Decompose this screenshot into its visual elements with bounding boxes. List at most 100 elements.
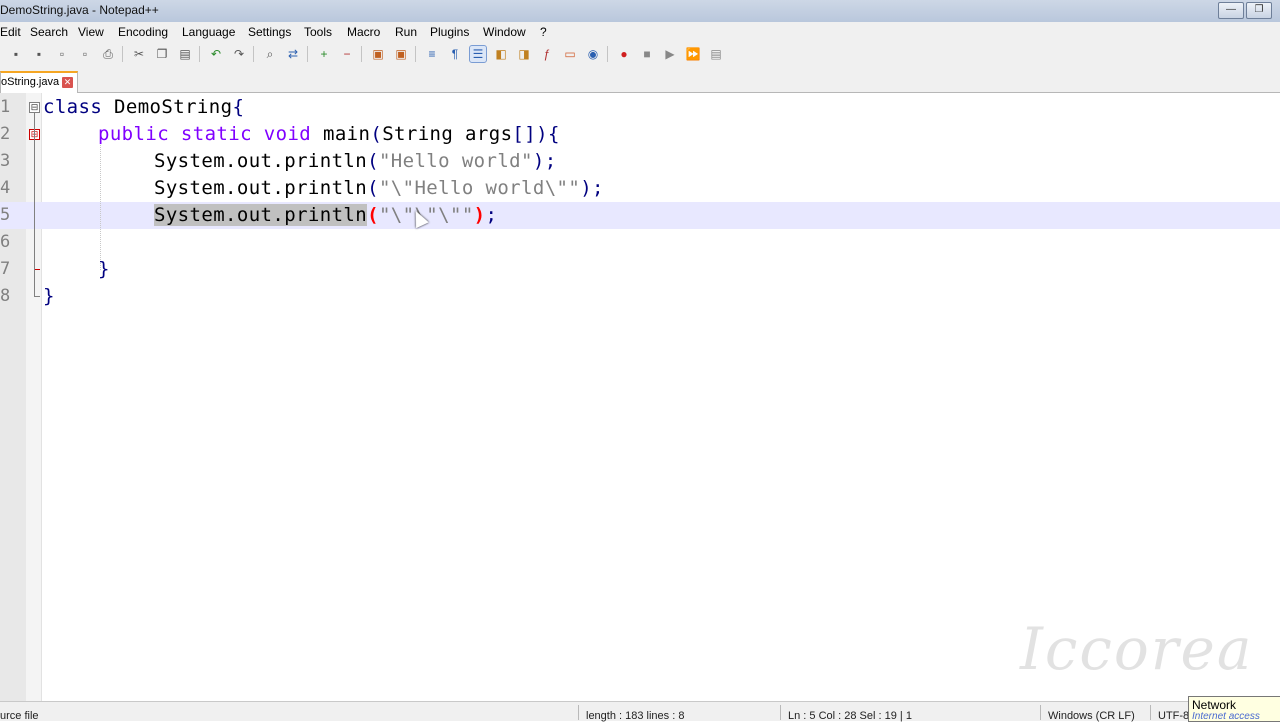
tab-bar: oString.java ✕: [0, 66, 1280, 93]
redo-icon[interactable]: ↷: [231, 46, 247, 62]
keyword: static: [180, 123, 252, 145]
tab-label: oString.java: [1, 76, 60, 88]
find-icon[interactable]: ⌕: [262, 46, 278, 62]
line-number: 1: [0, 97, 11, 117]
line-number: 4: [0, 178, 11, 198]
operator: {: [232, 96, 245, 118]
copy-icon[interactable]: ❐: [154, 46, 170, 62]
zoom-in-icon[interactable]: +: [316, 46, 332, 62]
close-all-icon[interactable]: ▫: [77, 46, 93, 62]
code-line-7: }: [98, 256, 110, 283]
toolbar-separator: [307, 46, 308, 62]
indent-guide-icon[interactable]: ☰: [469, 45, 487, 63]
toolbar-separator: [361, 46, 362, 62]
code-line-4: System.out.println("\"Hello world\"");: [154, 175, 604, 202]
replace-icon[interactable]: ⇄: [285, 46, 301, 62]
menu-tools[interactable]: Tools: [304, 25, 332, 39]
status-separator: [1150, 705, 1151, 720]
toolbar-separator: [122, 46, 123, 62]
keyword: void: [263, 123, 312, 145]
code-editor[interactable]: 1 2 3 4 5 6 7 8 ⊟ ⊟ class DemoString{ pu…: [0, 93, 1280, 701]
selected-text: System.out.println: [154, 204, 368, 226]
line-number: 2: [0, 124, 11, 144]
status-bar: urce file length : 183 lines : 8 Ln : 5 …: [0, 701, 1280, 722]
run-macro-multiple-icon[interactable]: ⏩: [685, 46, 701, 62]
brace-highlight: ): [473, 204, 486, 226]
word-wrap-icon[interactable]: ≡: [424, 46, 440, 62]
menu-language[interactable]: Language: [182, 25, 235, 39]
operator: (: [367, 150, 379, 172]
operator: {: [547, 123, 560, 145]
sync-vertical-icon[interactable]: ▣: [370, 46, 386, 62]
operator: }: [43, 285, 55, 307]
zoom-out-icon[interactable]: −: [339, 46, 355, 62]
menu-window[interactable]: Window: [483, 25, 526, 39]
save-icon[interactable]: ▪: [8, 46, 24, 62]
menu-help[interactable]: ?: [540, 25, 547, 39]
status-encoding: UTF-8: [1158, 710, 1190, 722]
identifier: String args: [382, 123, 513, 145]
cut-icon[interactable]: ✂: [131, 46, 147, 62]
code-line-8: }: [43, 283, 55, 310]
operator: }: [98, 258, 110, 280]
code-line-5: System.out.println("\"\"\"");: [154, 202, 497, 229]
close-icon[interactable]: ▫: [54, 46, 70, 62]
menu-encoding[interactable]: Encoding: [118, 25, 168, 39]
identifier: System.out.println: [154, 150, 368, 172]
code-line-2: public static void main(String args[]){: [98, 121, 560, 148]
fold-toggle-icon[interactable]: ⊟: [29, 102, 40, 113]
menu-bar: Edit Search View Encoding Language Setti…: [0, 22, 1280, 43]
operator: ;: [485, 204, 498, 226]
network-tooltip: Network Internet access: [1188, 696, 1280, 722]
operator: );: [580, 177, 604, 199]
identifier: System.out.println: [154, 177, 368, 199]
status-separator: [780, 705, 781, 720]
record-macro-icon[interactable]: ●: [616, 46, 632, 62]
menu-view[interactable]: View: [78, 25, 104, 39]
status-cursor-position: Ln : 5 Col : 28 Sel : 19 | 1: [788, 710, 912, 722]
tab-demostring[interactable]: oString.java ✕: [0, 71, 78, 93]
menu-edit[interactable]: Edit: [0, 25, 21, 39]
folder-workspace-icon[interactable]: ▭: [562, 46, 578, 62]
line-number: 3: [0, 151, 11, 171]
fold-end-marker: [34, 296, 40, 297]
operator: (: [370, 123, 383, 145]
print-icon[interactable]: ⎙: [100, 46, 116, 62]
play-macro-icon[interactable]: ▶: [662, 46, 678, 62]
line-number: 8: [0, 286, 11, 306]
monitoring-icon[interactable]: ◉: [585, 46, 601, 62]
keyword: class: [43, 96, 103, 118]
function-list-icon[interactable]: ƒ: [539, 46, 555, 62]
menu-plugins[interactable]: Plugins: [430, 25, 469, 39]
user-lang-icon[interactable]: ◧: [493, 46, 509, 62]
menu-search[interactable]: Search: [30, 25, 68, 39]
stop-macro-icon[interactable]: ■: [639, 46, 655, 62]
menu-run[interactable]: Run: [395, 25, 417, 39]
tab-close-icon[interactable]: ✕: [62, 77, 73, 88]
menu-settings[interactable]: Settings: [248, 25, 291, 39]
line-number: 6: [0, 232, 11, 252]
paste-icon[interactable]: ▤: [177, 46, 193, 62]
fold-range-line: [34, 113, 35, 296]
save-all-icon[interactable]: ▪: [31, 46, 47, 62]
undo-icon[interactable]: ↶: [208, 46, 224, 62]
minimize-button[interactable]: —: [1218, 2, 1244, 19]
status-separator: [1040, 705, 1041, 720]
code-line-1: class DemoString{: [43, 94, 244, 121]
save-macro-icon[interactable]: ▤: [708, 46, 724, 62]
toolbar: ▪ ▪ ▫ ▫ ⎙ ✂ ❐ ▤ ↶ ↷ ⌕ ⇄ + − ▣ ▣ ≡ ¶ ☰ ◧ …: [0, 42, 1280, 66]
menu-macro[interactable]: Macro: [347, 25, 380, 39]
operator: );: [532, 150, 557, 172]
tooltip-title: Network: [1192, 698, 1237, 712]
toolbar-separator: [199, 46, 200, 62]
restore-button[interactable]: ❐: [1246, 2, 1272, 19]
status-separator: [578, 705, 579, 720]
identifier: main: [311, 123, 371, 145]
doc-map-icon[interactable]: ◨: [516, 46, 532, 62]
show-all-chars-icon[interactable]: ¶: [447, 46, 463, 62]
sync-horizontal-icon[interactable]: ▣: [393, 46, 409, 62]
toolbar-separator: [607, 46, 608, 62]
tooltip-subtitle: Internet access: [1192, 711, 1260, 722]
watermark-logo: Iccorea: [1020, 615, 1254, 683]
title-bar: DemoString.java - Notepad++ — ❐: [0, 0, 1280, 22]
